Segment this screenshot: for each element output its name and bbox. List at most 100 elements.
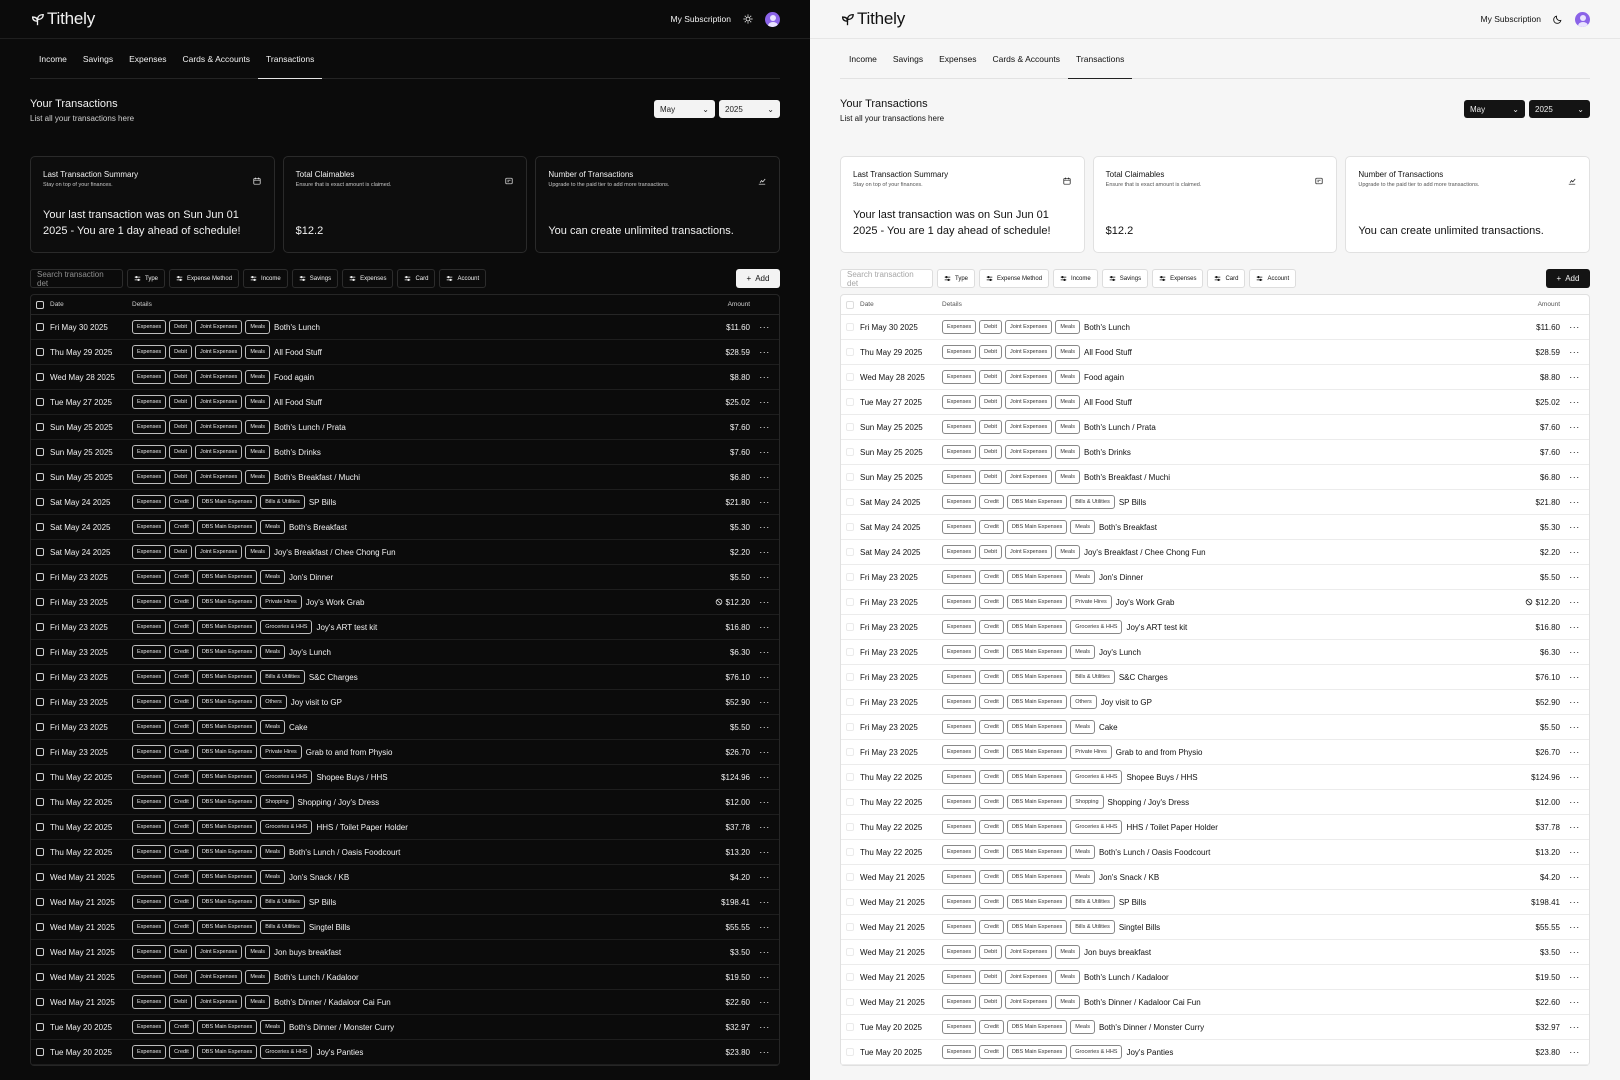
more-options-icon[interactable]: ···: [750, 597, 779, 607]
filter-expense-method-button[interactable]: Expense Method: [169, 269, 240, 288]
row-checkbox[interactable]: [846, 648, 854, 656]
table-row[interactable]: Sat May 24 2025 Expenses Credit DBS Main Ex…: [31, 490, 779, 515]
filter-income-button[interactable]: Income: [1053, 269, 1098, 288]
row-checkbox[interactable]: [36, 873, 44, 881]
filter-card-button[interactable]: Card: [1207, 269, 1246, 288]
more-options-icon[interactable]: ···: [750, 822, 779, 832]
row-checkbox[interactable]: [36, 773, 44, 781]
tab-income[interactable]: Income: [840, 40, 885, 78]
table-row[interactable]: Wed May 21 2025 Expenses Debit Joint Expens…: [31, 990, 779, 1015]
tab-expenses[interactable]: Expenses: [121, 40, 174, 78]
more-options-icon[interactable]: ···: [1560, 772, 1589, 782]
my-subscription-link[interactable]: My Subscription: [671, 14, 731, 24]
row-checkbox[interactable]: [846, 573, 854, 581]
row-checkbox[interactable]: [36, 848, 44, 856]
year-select[interactable]: 2025 ⌄: [719, 100, 780, 118]
row-checkbox[interactable]: [846, 598, 854, 606]
row-checkbox[interactable]: [846, 773, 854, 781]
table-row[interactable]: Wed May 21 2025 Expenses Debit Joint Expens…: [841, 990, 1589, 1015]
more-options-icon[interactable]: ···: [1560, 1022, 1589, 1032]
tab-income[interactable]: Income: [30, 40, 75, 78]
tab-savings[interactable]: Savings: [75, 40, 121, 78]
more-options-icon[interactable]: ···: [1560, 672, 1589, 682]
more-options-icon[interactable]: ···: [1560, 797, 1589, 807]
row-checkbox[interactable]: [846, 623, 854, 631]
row-checkbox[interactable]: [36, 473, 44, 481]
more-options-icon[interactable]: ···: [1560, 622, 1589, 632]
row-checkbox[interactable]: [36, 798, 44, 806]
table-row[interactable]: Thu May 22 2025 Expenses Credit DBS Main Ex…: [841, 815, 1589, 840]
more-options-icon[interactable]: ···: [1560, 897, 1589, 907]
table-row[interactable]: Fri May 23 2025 Expenses Credit DBS Main Ex…: [31, 615, 779, 640]
filter-expenses-button[interactable]: Expenses: [1152, 269, 1204, 288]
table-row[interactable]: Fri May 23 2025 Expenses Credit DBS Main Ex…: [841, 590, 1589, 615]
table-row[interactable]: Fri May 23 2025 Expenses Credit DBS Main Ex…: [841, 640, 1589, 665]
row-checkbox[interactable]: [36, 998, 44, 1006]
avatar[interactable]: [1575, 11, 1590, 27]
row-checkbox[interactable]: [36, 1023, 44, 1031]
tab-cards-accounts[interactable]: Cards & Accounts: [174, 40, 258, 78]
row-checkbox[interactable]: [846, 398, 854, 406]
more-options-icon[interactable]: ···: [1560, 472, 1589, 482]
tab-savings[interactable]: Savings: [885, 40, 931, 78]
more-options-icon[interactable]: ···: [1560, 522, 1589, 532]
filter-type-button[interactable]: Type: [127, 269, 166, 288]
more-options-icon[interactable]: ···: [750, 847, 779, 857]
row-checkbox[interactable]: [36, 523, 44, 531]
table-row[interactable]: Tue May 20 2025 Expenses Credit DBS Main Ex…: [31, 1015, 779, 1040]
more-options-icon[interactable]: ···: [1560, 422, 1589, 432]
filter-savings-button[interactable]: Savings: [1101, 269, 1149, 288]
row-checkbox[interactable]: [846, 973, 854, 981]
more-options-icon[interactable]: ···: [750, 347, 779, 357]
more-options-icon[interactable]: ···: [1560, 697, 1589, 707]
row-checkbox[interactable]: [36, 398, 44, 406]
row-checkbox[interactable]: [846, 948, 854, 956]
more-options-icon[interactable]: ···: [750, 672, 779, 682]
more-options-icon[interactable]: ···: [750, 897, 779, 907]
row-checkbox[interactable]: [846, 473, 854, 481]
table-row[interactable]: Wed May 21 2025 Expenses Credit DBS Main Ex…: [841, 865, 1589, 890]
more-options-icon[interactable]: ···: [750, 722, 779, 732]
table-row[interactable]: Fri May 23 2025 Expenses Credit DBS Main Ex…: [31, 565, 779, 590]
row-checkbox[interactable]: [846, 748, 854, 756]
table-row[interactable]: Fri May 23 2025 Expenses Credit DBS Main Ex…: [841, 740, 1589, 765]
tab-expenses[interactable]: Expenses: [931, 40, 984, 78]
more-options-icon[interactable]: ···: [1560, 847, 1589, 857]
more-options-icon[interactable]: ···: [1560, 547, 1589, 557]
table-row[interactable]: Tue May 20 2025 Expenses Credit DBS Main Ex…: [841, 1015, 1589, 1040]
table-row[interactable]: Fri May 30 2025 Expenses Debit Joint Expens…: [31, 315, 779, 340]
more-options-icon[interactable]: ···: [1560, 722, 1589, 732]
more-options-icon[interactable]: ···: [750, 697, 779, 707]
table-row[interactable]: Sun May 25 2025 Expenses Debit Joint Expens…: [841, 415, 1589, 440]
search-input[interactable]: Search transaction det: [30, 269, 123, 288]
row-checkbox[interactable]: [846, 548, 854, 556]
sun-icon[interactable]: [743, 14, 753, 24]
table-row[interactable]: Thu May 22 2025 Expenses Credit DBS Main Ex…: [31, 765, 779, 790]
more-options-icon[interactable]: ···: [750, 472, 779, 482]
filter-type-button[interactable]: Type: [937, 269, 976, 288]
filter-expenses-button[interactable]: Expenses: [342, 269, 394, 288]
more-options-icon[interactable]: ···: [750, 872, 779, 882]
row-checkbox[interactable]: [846, 923, 854, 931]
row-checkbox[interactable]: [846, 723, 854, 731]
table-row[interactable]: Sun May 25 2025 Expenses Debit Joint Expens…: [841, 465, 1589, 490]
filter-expense-method-button[interactable]: Expense Method: [979, 269, 1050, 288]
more-options-icon[interactable]: ···: [750, 797, 779, 807]
more-options-icon[interactable]: ···: [750, 397, 779, 407]
avatar[interactable]: [765, 11, 780, 27]
table-row[interactable]: Wed May 21 2025 Expenses Debit Joint Expens…: [31, 940, 779, 965]
row-checkbox[interactable]: [36, 698, 44, 706]
table-row[interactable]: Fri May 23 2025 Expenses Credit DBS Main Ex…: [31, 690, 779, 715]
more-options-icon[interactable]: ···: [1560, 747, 1589, 757]
more-options-icon[interactable]: ···: [750, 322, 779, 332]
row-checkbox[interactable]: [36, 948, 44, 956]
select-all-checkbox[interactable]: [846, 300, 854, 309]
app-logo[interactable]: Tithely: [31, 9, 95, 29]
more-options-icon[interactable]: ···: [1560, 572, 1589, 582]
row-checkbox[interactable]: [36, 573, 44, 581]
row-checkbox[interactable]: [36, 598, 44, 606]
row-checkbox[interactable]: [846, 348, 854, 356]
table-row[interactable]: Fri May 23 2025 Expenses Credit DBS Main Ex…: [31, 590, 779, 615]
row-checkbox[interactable]: [36, 973, 44, 981]
table-row[interactable]: Wed May 21 2025 Expenses Credit DBS Main Ex…: [841, 890, 1589, 915]
